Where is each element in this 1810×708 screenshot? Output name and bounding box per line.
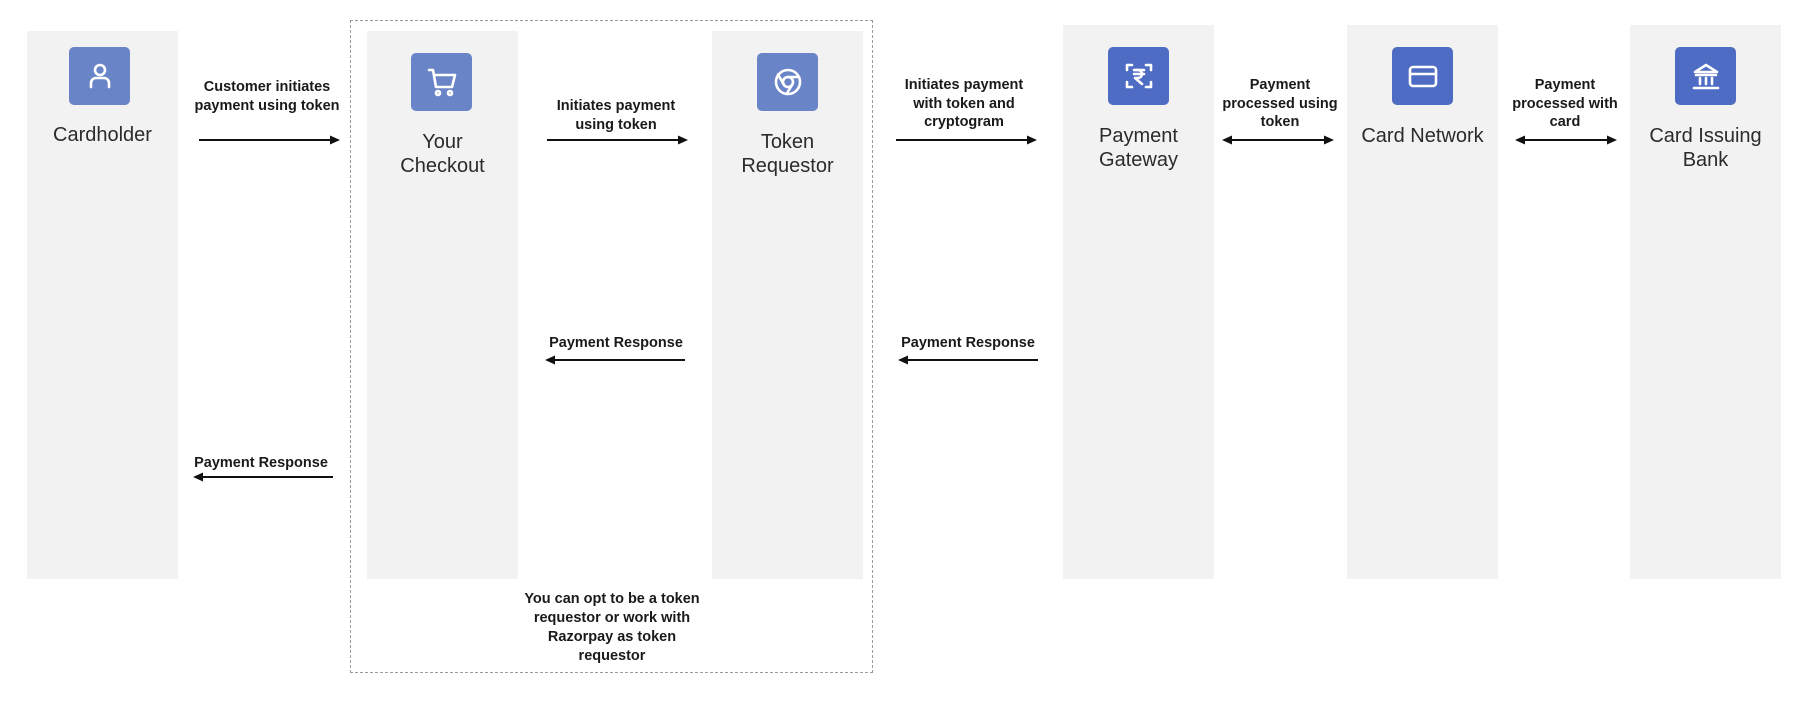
arrow-left: [545, 354, 685, 366]
node-title-line: Requestor: [741, 155, 834, 177]
node-title-line: Payment: [1099, 125, 1178, 147]
node-cardholder: [27, 31, 178, 579]
node-title-cardholder: Cardholder: [53, 124, 152, 146]
edge-label-line: Initiates payment: [904, 77, 1024, 93]
edge-label-line: Customer initiates: [203, 79, 331, 95]
edge-label-line: Payment: [1534, 77, 1596, 93]
edge-label-line: using token: [575, 116, 657, 133]
rupee-scan-icon: [1108, 47, 1169, 105]
edge-label-customer-initiates: Customer initiates payment using token: [186, 78, 348, 115]
edge-label-payment-response: Payment Response: [549, 335, 683, 351]
credit-card-icon: [1392, 47, 1453, 105]
edge-label-initiates-payment-using-token: Initiates payment using token: [541, 97, 691, 134]
edge-label-line: card: [1549, 114, 1581, 130]
node-title-card-issuing-bank: Card Issuing Bank: [1630, 124, 1781, 172]
token-requestor-option-note: You can opt to be a token requestor or w…: [505, 590, 719, 666]
node-title-payment-gateway: Payment Gateway: [1063, 124, 1214, 172]
node-token-requestor: [712, 31, 863, 579]
bank-icon: [1675, 47, 1736, 105]
edge-label-line: Payment: [1249, 77, 1311, 93]
arrow-bidirectional: [1515, 134, 1617, 146]
node-title-your-checkout: Your Checkout: [367, 130, 518, 178]
node-card-issuing-bank: [1630, 25, 1781, 579]
edge-label-payment-response: Payment Response: [901, 335, 1035, 351]
arrow-left: [898, 354, 1038, 366]
note-line: You can opt to be a token: [524, 591, 700, 607]
edge-label-line: Initiates payment: [556, 98, 676, 114]
node-title-line: Bank: [1682, 149, 1729, 171]
edge-label-processed-using-token: Payment processed using token: [1215, 76, 1345, 132]
node-title-line: Card Issuing: [1649, 125, 1762, 147]
node-title-card-network: Card Network: [1361, 125, 1484, 147]
arrow-right: [199, 134, 340, 146]
node-card-network: [1347, 25, 1498, 579]
node-title-line: Your: [422, 131, 463, 153]
edge-label-line: payment using token: [194, 97, 340, 114]
arrow-right: [896, 134, 1037, 146]
note-line: Razorpay as token: [547, 629, 677, 645]
arrow-right: [547, 134, 688, 146]
shopping-cart-icon: [411, 53, 472, 111]
edge-label-line: processed with: [1512, 95, 1618, 112]
note-line: requestor: [578, 648, 646, 664]
node-title-token-requestor: Token Requestor: [712, 130, 863, 178]
arrow-bidirectional: [1222, 134, 1334, 146]
arrow-left: [193, 471, 333, 483]
edge-label-initiates-payment-with-cryptogram: Initiates payment with token and cryptog…: [889, 76, 1039, 132]
node-title-line: Gateway: [1099, 149, 1178, 171]
edge-label-line: processed using: [1222, 95, 1338, 112]
edge-label-payment-response: Payment Response: [194, 455, 328, 471]
edge-label-line: cryptogram: [924, 114, 1004, 130]
edge-label-line: token: [1260, 114, 1300, 130]
edge-label-processed-with-card: Payment processed with card: [1500, 76, 1630, 132]
node-payment-gateway: [1063, 25, 1214, 579]
chrome-browser-icon: [757, 53, 818, 111]
node-title-line: Checkout: [400, 155, 485, 177]
note-line: requestor or work with: [533, 610, 691, 626]
user-icon: [69, 47, 130, 105]
edge-label-line: with token and: [913, 95, 1015, 112]
node-your-checkout: [367, 31, 518, 579]
node-title-line: Token: [760, 131, 815, 153]
